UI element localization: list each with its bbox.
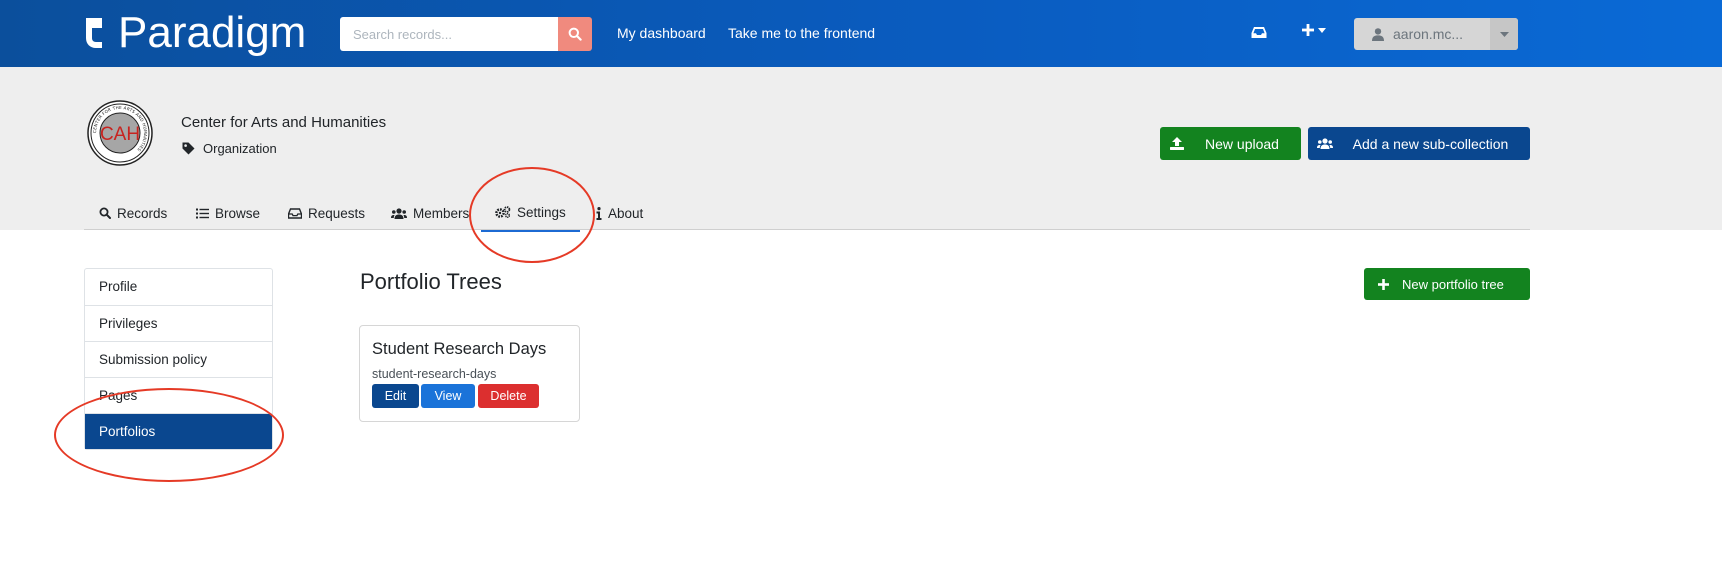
tab-about[interactable]: About	[596, 204, 643, 222]
inbox-icon	[288, 207, 302, 219]
user-menu-button[interactable]: aaron.mc...	[1354, 18, 1518, 50]
tab-records[interactable]: Records	[99, 204, 167, 222]
portfolio-tree-actions: Edit View Delete	[372, 384, 539, 408]
new-portfolio-tree-label: New portfolio tree	[1402, 276, 1504, 292]
new-portfolio-tree-button[interactable]: New portfolio tree	[1364, 268, 1530, 300]
organization-type-label: Organization	[203, 141, 277, 156]
tab-requests[interactable]: Requests	[288, 204, 365, 222]
user-icon	[1372, 27, 1384, 41]
search-bar	[340, 17, 592, 51]
add-sub-collection-label: Add a new sub-collection	[1352, 135, 1509, 152]
brand-logo[interactable]: Paradigm	[84, 10, 306, 56]
collection-tabs: Records Browse Requests Members Settings…	[84, 200, 1530, 232]
caret-down-icon	[1499, 31, 1509, 37]
portfolio-tree-title: Student Research Days	[372, 340, 547, 358]
caret-down-icon	[1318, 27, 1326, 33]
gears-icon	[495, 206, 511, 218]
new-upload-button[interactable]: New upload	[1160, 127, 1301, 160]
portfolio-tree-slug: student-research-days	[372, 367, 497, 381]
plus-icon	[1377, 278, 1389, 290]
plus-icon	[1302, 24, 1314, 36]
create-menu-button[interactable]	[1302, 24, 1326, 36]
user-menu-toggle[interactable]	[1490, 18, 1518, 50]
sidebar-item-portfolios[interactable]: Portfolios	[85, 413, 272, 449]
search-input[interactable]	[340, 17, 558, 51]
tag-icon	[182, 142, 195, 155]
inbox-icon	[1251, 27, 1267, 38]
delete-button[interactable]: Delete	[478, 384, 539, 408]
user-menu-main[interactable]: aaron.mc...	[1354, 18, 1490, 50]
settings-sidebar: Profile Privileges Submission policy Pag…	[84, 268, 273, 450]
svg-text:CAH: CAH	[100, 124, 140, 145]
tab-settings[interactable]: Settings	[481, 204, 580, 232]
organization-name: Center for Arts and Humanities	[181, 114, 387, 131]
search-icon	[99, 207, 111, 219]
tab-browse-label: Browse	[215, 205, 261, 221]
brand-name: Paradigm	[118, 8, 307, 57]
tab-browse[interactable]: Browse	[196, 204, 260, 222]
tab-members[interactable]: Members	[391, 204, 469, 222]
organization-type: Organization	[182, 141, 277, 156]
edit-button[interactable]: Edit	[372, 384, 419, 408]
organization-logo: CENTER FOR THE ARTS AND HUMANITIES CAH	[87, 100, 153, 166]
users-icon	[1316, 138, 1333, 149]
sidebar-item-privileges[interactable]: Privileges	[85, 305, 272, 341]
sidebar-item-pages[interactable]: Pages	[85, 377, 272, 413]
tab-records-label: Records	[117, 205, 168, 221]
search-button[interactable]	[558, 17, 592, 51]
portfolio-tree-card: Student Research Days student-research-d…	[359, 325, 580, 422]
inbox-button[interactable]	[1251, 26, 1267, 44]
user-name: aaron.mc...	[1393, 26, 1464, 42]
tab-settings-label: Settings	[517, 204, 566, 220]
my-dashboard-link[interactable]: My dashboard	[617, 24, 706, 42]
upload-icon	[1169, 137, 1184, 150]
view-button[interactable]: View	[421, 384, 475, 408]
frontend-link[interactable]: Take me to the frontend	[728, 24, 875, 42]
tab-members-label: Members	[413, 205, 470, 221]
paradigm-logo-icon	[86, 18, 102, 48]
add-sub-collection-button[interactable]: Add a new sub-collection	[1308, 127, 1530, 160]
top-navbar: Paradigm My dashboard Take me to the fro…	[0, 0, 1722, 67]
page-title: Portfolio Trees	[360, 269, 502, 294]
list-icon	[196, 208, 209, 218]
info-icon	[596, 206, 602, 220]
users-icon	[391, 207, 407, 219]
tab-requests-label: Requests	[308, 205, 366, 221]
tab-about-label: About	[608, 205, 644, 221]
search-icon	[568, 27, 582, 41]
sidebar-item-profile[interactable]: Profile	[85, 269, 272, 305]
new-upload-label: New upload	[1205, 135, 1279, 152]
sidebar-item-submission-policy[interactable]: Submission policy	[85, 341, 272, 377]
